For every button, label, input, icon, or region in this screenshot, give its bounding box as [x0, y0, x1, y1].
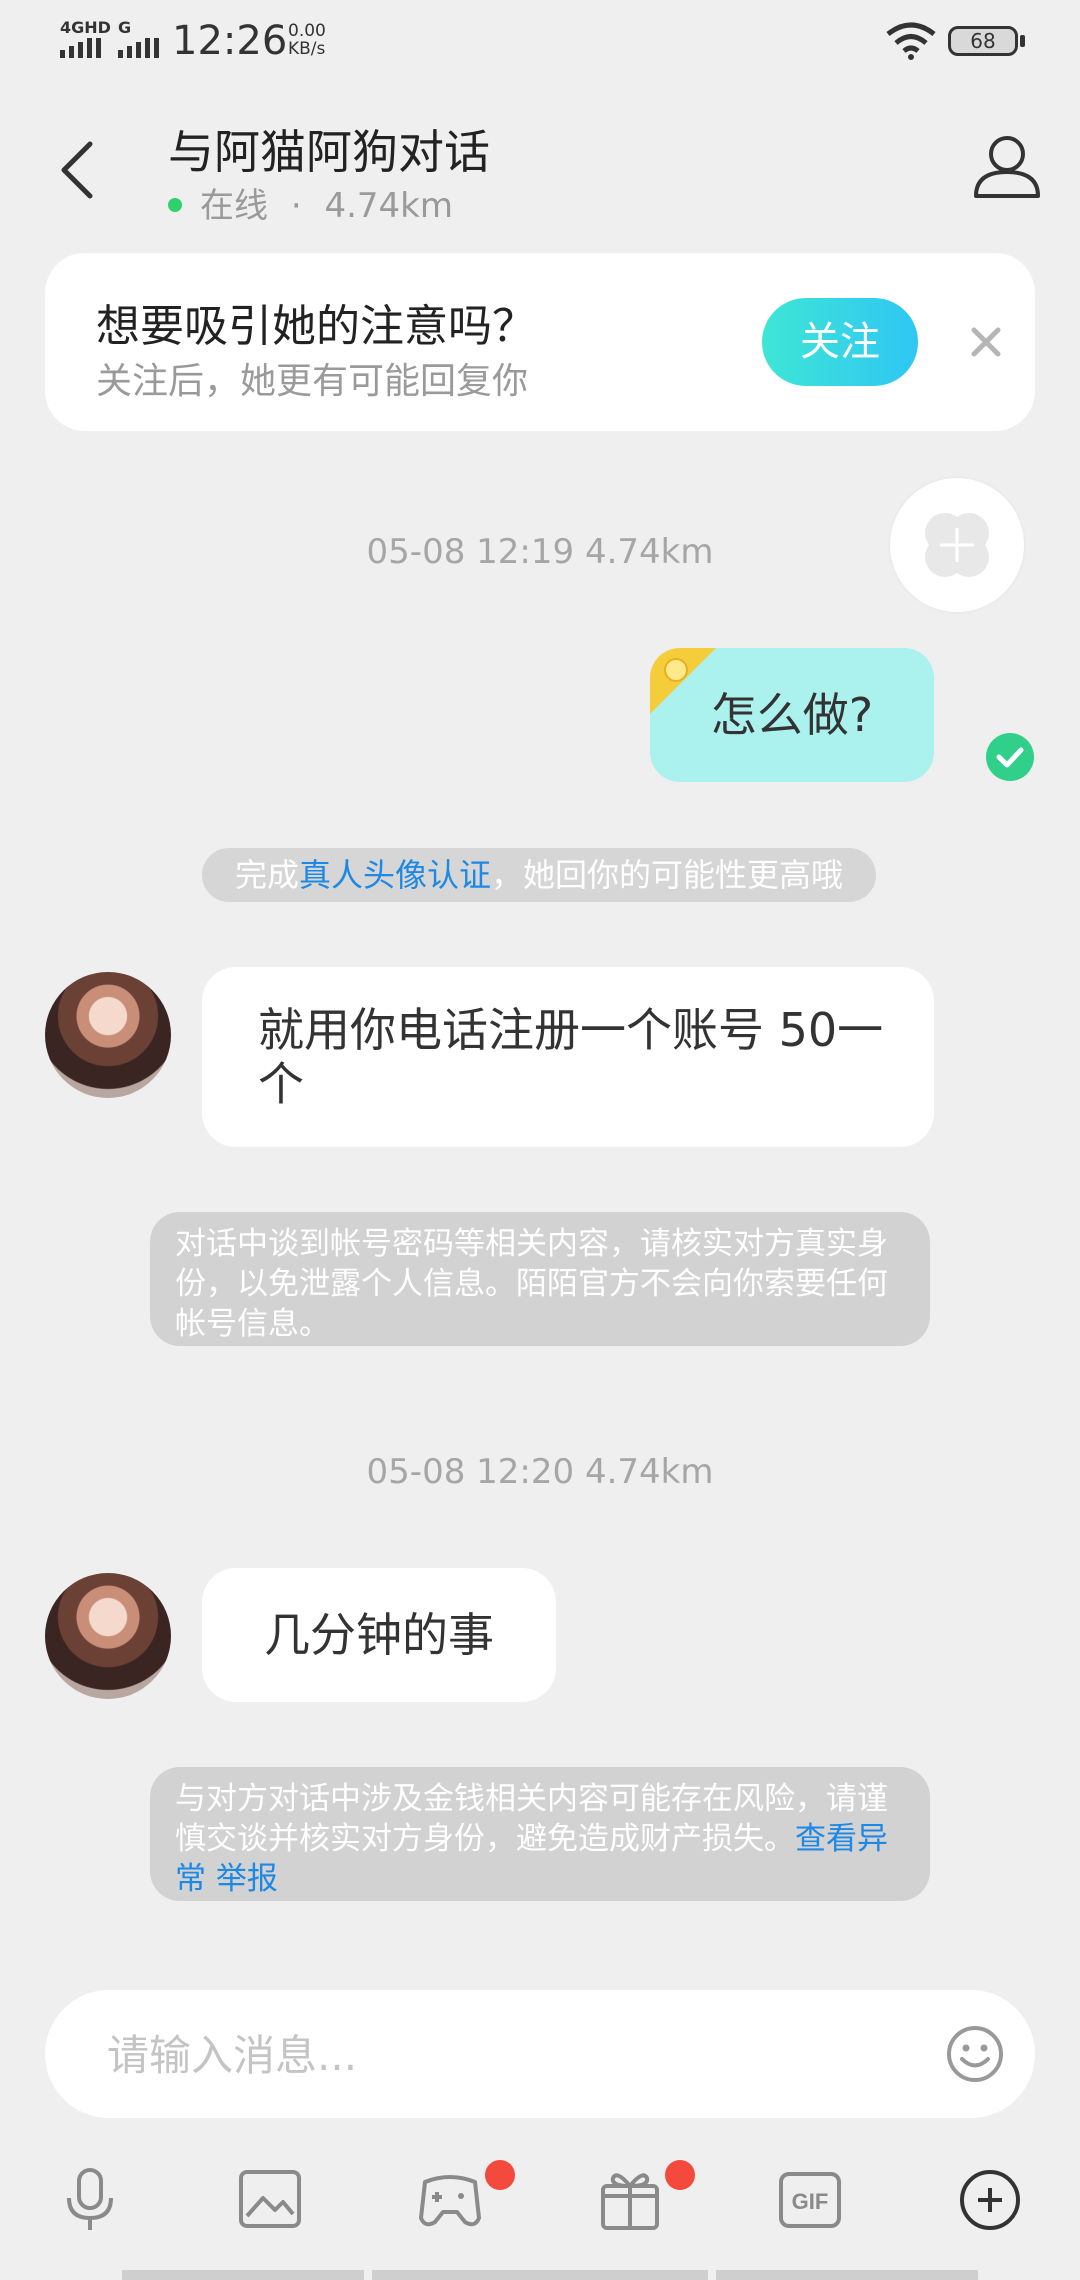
user-icon: [974, 136, 1040, 198]
header-distance: 4.74km: [324, 186, 453, 226]
verification-link[interactable]: 真人头像认证: [299, 856, 491, 894]
message-timestamp: 05-08 12:20 4.74km: [366, 1452, 714, 1492]
contact-avatar[interactable]: [45, 1573, 171, 1699]
bottom-panel-tab: [716, 2270, 978, 2280]
their-message-bubble[interactable]: 几分钟的事: [202, 1568, 556, 1702]
battery-tip: [1020, 35, 1025, 47]
message-timestamp: 05-08 12:19 4.74km: [366, 532, 714, 572]
close-follow-card-button[interactable]: [966, 322, 1006, 362]
plus-circle-icon: [960, 2170, 1020, 2230]
bottom-panel-tab: [372, 2270, 708, 2280]
battery-indicator: 68: [948, 26, 1018, 56]
gift-icon: [601, 2173, 659, 2230]
follow-prompt-subtitle: 关注后，她更有可能回复你: [96, 361, 529, 402]
subtitle-separator: ·: [290, 186, 302, 226]
more-button[interactable]: [955, 2168, 1025, 2232]
online-status-text: 在线: [200, 186, 268, 226]
follow-prompt-title: 想要吸引她的注意吗？: [96, 301, 536, 352]
bottom-panel-tab: [122, 2270, 364, 2280]
status-bar: 4GHD G 12:26 0.00 KB/s 68: [0, 0, 1080, 80]
game-notification-dot: [485, 2160, 515, 2190]
image-icon: [239, 2170, 301, 2228]
game-button[interactable]: [415, 2160, 515, 2232]
gif-label: GIF: [792, 2189, 829, 2214]
gif-icon: GIF: [779, 2172, 841, 2228]
profile-button[interactable]: [972, 132, 1042, 202]
gif-button[interactable]: GIF: [775, 2168, 845, 2232]
emoji-button[interactable]: [945, 2024, 1005, 2084]
signal-bars-icon: [60, 38, 101, 58]
back-button[interactable]: [52, 130, 112, 210]
my-message-bubble[interactable]: 怎么做?: [650, 648, 934, 782]
chevron-left-icon: [61, 141, 93, 199]
follow-button[interactable]: 关注: [762, 298, 918, 386]
close-icon: [971, 327, 1001, 357]
money-risk-warning: 与对方对话中涉及金钱相关内容可能存在风险，请谨慎交谈并核实对方身份，避免造成财产…: [150, 1767, 930, 1901]
signal-bars-2-icon: [118, 38, 159, 58]
microphone-icon: [67, 2168, 113, 2230]
signal-label-2: G: [118, 18, 132, 37]
chat-subtitle: 在线 · 4.74km: [168, 178, 453, 227]
contact-avatar[interactable]: [45, 972, 171, 1098]
online-status-dot: [168, 197, 182, 212]
image-button[interactable]: [235, 2168, 305, 2232]
network-speed: 0.00 KB/s: [288, 22, 326, 58]
message-input[interactable]: [105, 1990, 909, 2120]
voice-button[interactable]: [55, 2168, 125, 2232]
account-security-warning: 对话中谈到帐号密码等相关内容，请核实对方真实身份，以免泄露个人信息。陌陌官方不会…: [150, 1212, 930, 1346]
network-speed-value: 0.00: [288, 21, 326, 41]
verification-tip-suffix: ，她回你的可能性更高哦: [491, 856, 844, 894]
gamepad-icon: [419, 2175, 481, 2227]
their-message-text: 就用你电话注册一个账号 50一个: [258, 1003, 884, 1111]
clock: 12:26: [172, 18, 288, 64]
gift-notification-dot: [665, 2160, 695, 2190]
my-message-text: 怎么做?: [710, 688, 874, 742]
wifi-icon: [886, 22, 936, 60]
their-message-bubble[interactable]: 就用你电话注册一个账号 50一个: [202, 967, 934, 1147]
gift-button[interactable]: [595, 2160, 695, 2232]
signal-label-1: 4GHD: [60, 18, 111, 37]
their-message-text: 几分钟的事: [264, 1608, 494, 1662]
smiley-icon: [947, 2026, 1003, 2082]
network-speed-unit: KB/s: [288, 39, 326, 59]
money-risk-warning-text: 与对方对话中涉及金钱相关内容可能存在风险，请谨慎交谈并核实对方身份，避免造成财产…: [175, 1781, 888, 1857]
chat-title: 与阿猫阿狗对话: [168, 125, 490, 179]
read-check-icon: [986, 733, 1034, 781]
verification-tip-prefix: 完成: [234, 856, 299, 894]
verification-tip: 完成真人头像认证，她回你的可能性更高哦: [202, 848, 876, 902]
message-input-bar: [45, 1990, 1035, 2120]
report-link[interactable]: 举报: [216, 1861, 278, 1897]
